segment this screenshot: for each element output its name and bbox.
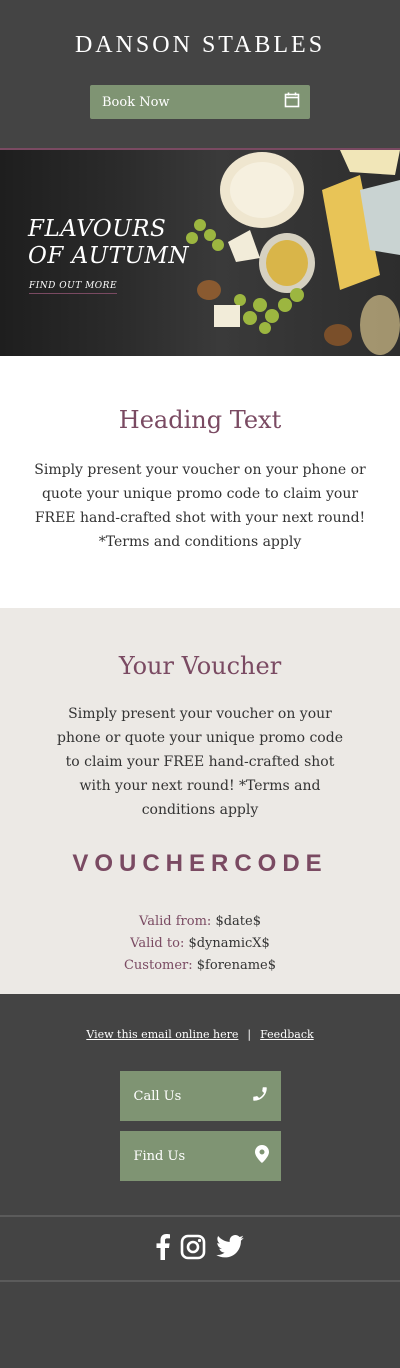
location-icon xyxy=(254,1145,269,1167)
book-now-button[interactable]: Book Now xyxy=(90,85,310,119)
facebook-icon[interactable] xyxy=(156,1233,170,1264)
email-footer: View this email online here | Feedback Cal… xyxy=(0,994,400,1282)
view-online-link[interactable]: View this email online here xyxy=(86,1028,238,1041)
valid-from-value: $date$ xyxy=(215,914,261,929)
valid-to-value: $dynamicX$ xyxy=(188,936,270,951)
voucher-code: VOUCHERCODE xyxy=(72,850,328,877)
link-separator: | xyxy=(247,1028,252,1041)
customer-label: Customer: xyxy=(123,958,193,973)
find-out-more-link[interactable]: FIND OUT MORE xyxy=(29,281,118,294)
valid-from-label: Valid from: xyxy=(139,914,212,929)
customer-row: Customer: $forename$ xyxy=(0,955,400,977)
book-now-label: Book Now xyxy=(102,94,170,110)
find-us-button[interactable]: Find Us xyxy=(119,1131,281,1181)
customer-value: $forename$ xyxy=(196,958,277,973)
hero-banner[interactable]: FLAVOURS OF AUTUMN FIND OUT MORE xyxy=(0,148,400,356)
voucher-body: Simply present your voucher on your phon… xyxy=(57,706,343,818)
call-us-button[interactable]: Call Us xyxy=(119,1071,281,1121)
intro-body: Simply present your voucher on your phon… xyxy=(34,462,366,550)
valid-from-row: Valid from: $date$ xyxy=(0,911,400,933)
instagram-icon[interactable] xyxy=(180,1234,206,1264)
footer-divider-bottom xyxy=(0,1280,400,1282)
voucher-heading: Your Voucher xyxy=(118,652,282,680)
valid-to-label: Valid to: xyxy=(130,936,185,951)
email-header: DANSON STABLES Book Now xyxy=(0,0,400,148)
brand-title: DANSON STABLES xyxy=(74,32,326,58)
twitter-icon[interactable] xyxy=(216,1235,244,1262)
call-us-label: Call Us xyxy=(133,1088,182,1104)
footer-spacer xyxy=(0,1181,400,1215)
social-links xyxy=(0,1217,400,1280)
hero-title-line2: OF AUTUMN xyxy=(28,243,190,269)
hero-title-line1: FLAVOURS xyxy=(28,216,167,242)
footer-links: View this email online here | Feedback xyxy=(0,994,400,1041)
find-us-label: Find Us xyxy=(133,1148,186,1164)
phone-icon xyxy=(251,1085,269,1107)
valid-to-row: Valid to: $dynamicX$ xyxy=(0,933,400,955)
voucher-details: Valid from: $date$ Valid to: $dynamicX$ … xyxy=(0,911,400,977)
intro-section: Heading Text Simply present your voucher… xyxy=(0,356,400,608)
feedback-link[interactable]: Feedback xyxy=(260,1028,314,1041)
voucher-section: Your Voucher Simply present your voucher… xyxy=(0,608,400,994)
hero-title: FLAVOURS OF AUTUMN xyxy=(28,216,189,270)
calendar-icon xyxy=(284,92,300,112)
section-heading: Heading Text xyxy=(118,406,282,434)
